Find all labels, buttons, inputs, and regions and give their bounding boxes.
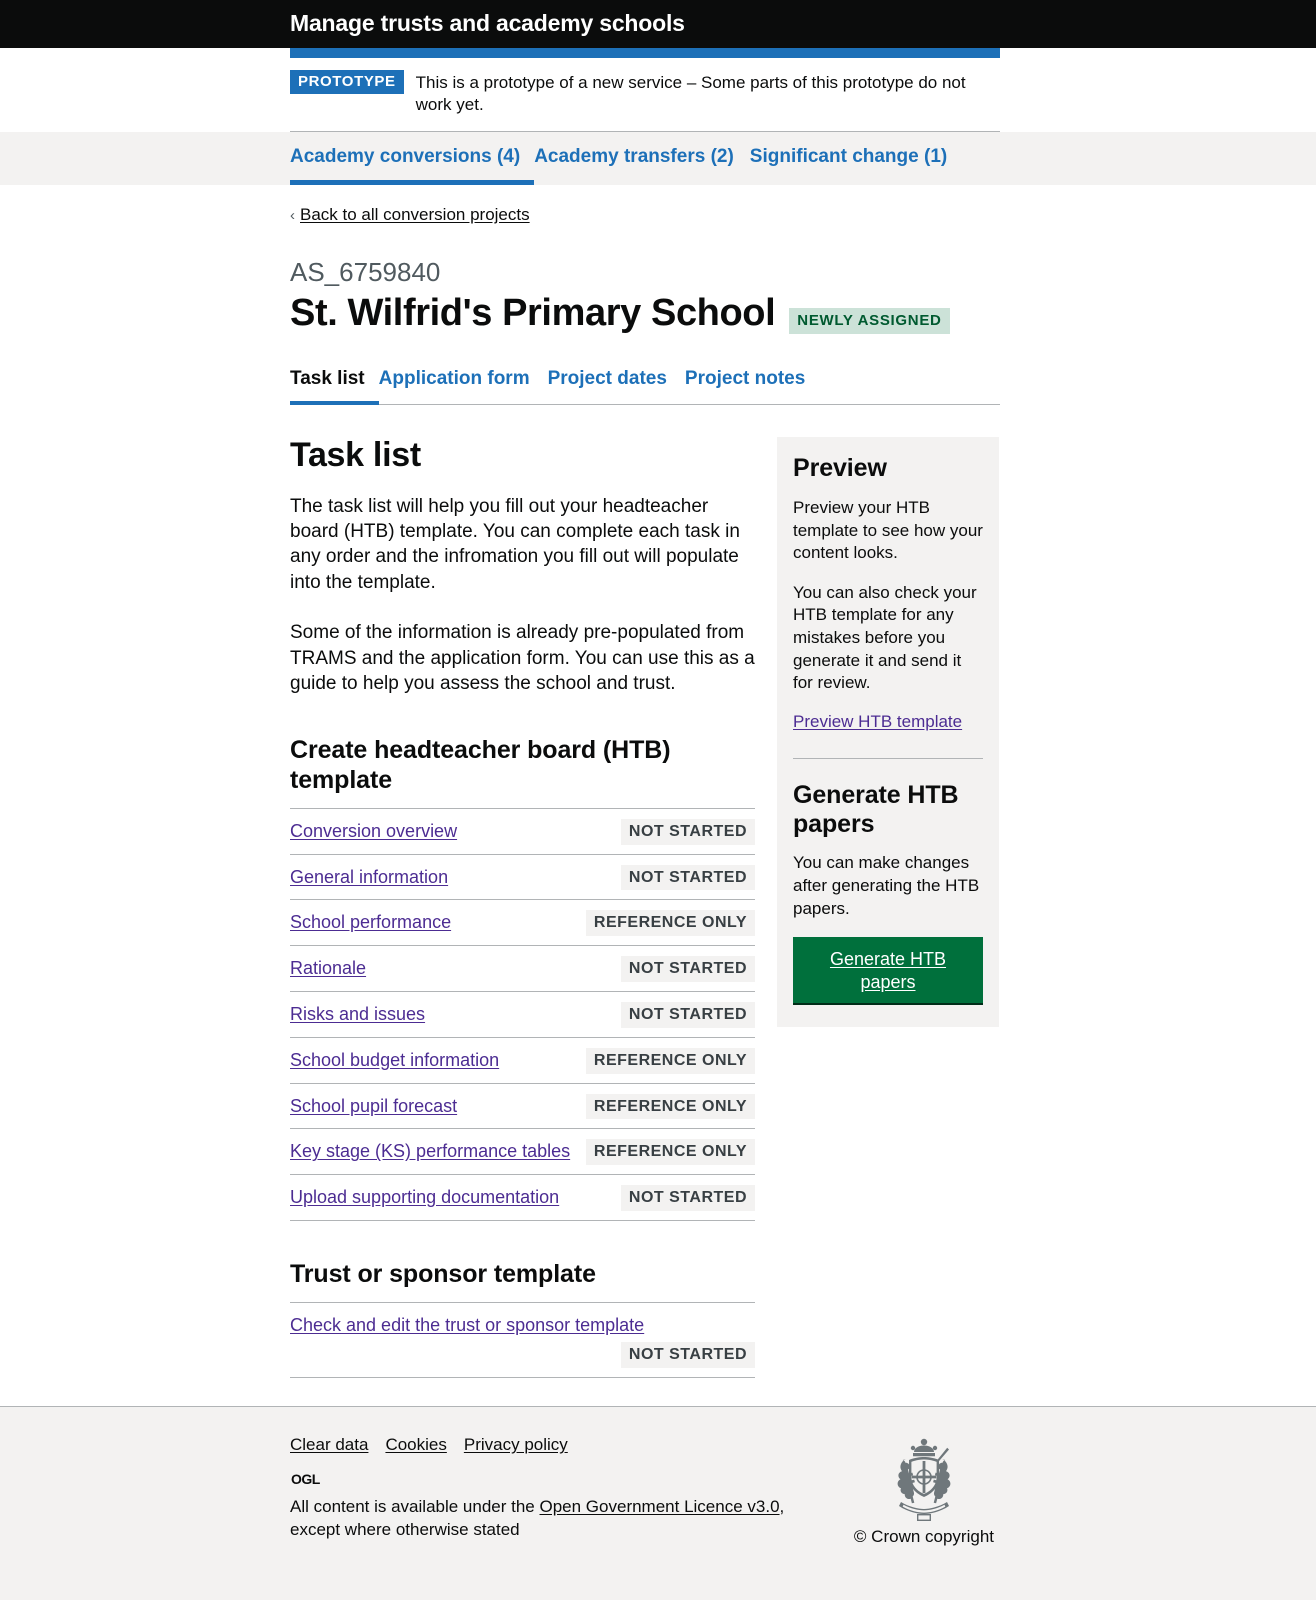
- htb-section-heading: Create headteacher board (HTB) template: [290, 735, 671, 794]
- status-badge: REFERENCE ONLY: [585, 1139, 755, 1166]
- service-name: Manage trusts and academy schools: [290, 10, 685, 36]
- footer-inner: Clear data Cookies Privacy policy OGL Al…: [290, 1435, 1000, 1547]
- footer-link-clear-data[interactable]: Clear data: [290, 1435, 368, 1455]
- task-link-school-budget-information[interactable]: School budget information: [290, 1048, 499, 1073]
- nav-item-significant-change[interactable]: Significant change (1): [750, 145, 963, 185]
- footer-left: Clear data Cookies Privacy policy OGL Al…: [290, 1435, 810, 1542]
- htb-task-list: Conversion overview NOT STARTED General …: [290, 807, 755, 1221]
- table-row: General information NOT STARTED: [290, 855, 755, 901]
- main-column: Task list The task list will help you fi…: [290, 436, 755, 1378]
- footer-link-privacy-policy[interactable]: Privacy policy: [464, 1435, 568, 1455]
- side-panel: Preview Preview your HTB template to see…: [777, 437, 999, 1028]
- primary-nav-bar: Academy conversions (4) Academy transfer…: [0, 131, 1316, 185]
- licence-prefix: All content is available under the: [290, 1497, 540, 1516]
- table-row: Check and edit the trust or sponsor temp…: [290, 1303, 755, 1378]
- status-wrapper: NOT STARTED: [290, 1342, 755, 1368]
- nav-item-academy-transfers[interactable]: Academy transfers (2): [534, 145, 750, 185]
- task-link-school-performance[interactable]: School performance: [290, 910, 451, 935]
- status-badge: REFERENCE ONLY: [585, 1047, 755, 1074]
- tab-task-list[interactable]: Task list: [290, 368, 379, 406]
- page-heading-row: St. Wilfrid's Primary School NEWLY ASSIG…: [290, 293, 1000, 334]
- global-header-inner: Manage trusts and academy schools: [290, 12, 1000, 36]
- blue-accent-bar: [290, 48, 1000, 58]
- main-container: ‹ Back to all conversion projects AS_6759…: [290, 185, 1000, 1378]
- task-link-key-stage-performance-tables[interactable]: Key stage (KS) performance tables: [290, 1139, 570, 1164]
- status-badge: NOT STARTED: [620, 1185, 755, 1211]
- ogl-logo-icon: OGL: [291, 1471, 320, 1487]
- generate-panel-title: Generate HTB papers: [793, 757, 983, 839]
- content-columns: Task list The task list will help you fi…: [290, 436, 1000, 1378]
- status-badge: REFERENCE ONLY: [585, 910, 755, 937]
- task-link-upload-supporting-documentation[interactable]: Upload supporting documentation: [290, 1185, 559, 1210]
- back-to-all-conversion-projects-link[interactable]: Back to all conversion projects: [300, 205, 530, 224]
- generate-htb-papers-button[interactable]: Generate HTB papers: [793, 937, 983, 1006]
- footer-right: © Crown copyright: [854, 1435, 1000, 1547]
- nav-item-academy-conversions[interactable]: Academy conversions (4): [290, 145, 535, 185]
- status-badge: NOT STARTED: [620, 1001, 755, 1028]
- task-link-check-and-edit-trust-or-sponsor-template[interactable]: Check and edit the trust or sponsor temp…: [290, 1315, 644, 1335]
- task-link-school-pupil-forecast[interactable]: School pupil forecast: [290, 1094, 457, 1119]
- page-title: St. Wilfrid's Primary School: [290, 292, 776, 335]
- task-link-rationale[interactable]: Rationale: [290, 956, 366, 981]
- preview-htb-template-link[interactable]: Preview HTB template: [793, 712, 962, 731]
- preview-paragraph-2: You can also check your HTB template for…: [793, 582, 977, 693]
- intro-paragraph-1: The task list will help you fill out you…: [290, 495, 740, 593]
- royal-crest-icon: [897, 1438, 951, 1521]
- table-row: School budget information REFERENCE ONLY: [290, 1038, 755, 1084]
- task-link-conversion-overview[interactable]: Conversion overview: [290, 819, 457, 844]
- back-link-row: ‹ Back to all conversion projects: [290, 185, 1000, 225]
- footer: Clear data Cookies Privacy policy OGL Al…: [0, 1406, 1316, 1600]
- project-reference-caption: AS_6759840: [290, 256, 441, 287]
- crown-copyright-text: © Crown copyright: [853, 1527, 994, 1546]
- table-row: School pupil forecast REFERENCE ONLY: [290, 1084, 755, 1130]
- generate-paragraph: You can make changes after generating th…: [793, 853, 980, 918]
- phase-banner-text: This is a prototype of a new service – S…: [415, 73, 966, 115]
- trust-section-heading: Trust or sponsor template: [290, 1259, 596, 1288]
- open-government-licence-link[interactable]: Open Government Licence v3.0: [540, 1497, 780, 1516]
- trust-task-list: Check and edit the trust or sponsor temp…: [290, 1301, 755, 1378]
- phase-banner-container: PROTOTYPE This is a prototype of a new s…: [290, 48, 1000, 132]
- footer-link-cookies[interactable]: Cookies: [385, 1435, 446, 1455]
- tab-application-form[interactable]: Application form: [379, 368, 548, 405]
- status-badge: NOT STARTED: [620, 818, 755, 845]
- status-badge: REFERENCE ONLY: [585, 1093, 755, 1120]
- phase-banner: PROTOTYPE This is a prototype of a new s…: [290, 58, 1000, 132]
- sub-nav: Task list Application form Project dates…: [290, 368, 1000, 406]
- table-row: Upload supporting documentation NOT STAR…: [290, 1175, 755, 1221]
- status-badge: NOT STARTED: [620, 956, 755, 982]
- phase-tag: PROTOTYPE: [290, 70, 404, 94]
- table-row: Rationale NOT STARTED: [290, 946, 755, 992]
- chevron-left-icon: ‹: [290, 206, 295, 224]
- status-badge: NOT STARTED: [620, 864, 755, 891]
- global-header: Manage trusts and academy schools: [0, 0, 1316, 48]
- task-link-general-information[interactable]: General information: [290, 865, 448, 890]
- status-badge: NOT STARTED: [620, 1342, 755, 1368]
- table-row: Key stage (KS) performance tables REFERE…: [290, 1129, 755, 1176]
- status-badge: NEWLY ASSIGNED: [789, 308, 950, 334]
- section-title-task-list: Task list: [290, 436, 421, 475]
- primary-nav: Academy conversions (4) Academy transfer…: [290, 132, 1000, 185]
- tab-project-dates[interactable]: Project dates: [548, 368, 685, 405]
- table-row: Risks and issues NOT STARTED: [290, 992, 755, 1038]
- table-row: School performance REFERENCE ONLY: [290, 900, 755, 947]
- side-column: Preview Preview your HTB template to see…: [777, 437, 999, 1028]
- preview-paragraph-1: Preview your HTB template to see how you…: [793, 497, 983, 563]
- task-link-risks-and-issues[interactable]: Risks and issues: [290, 1002, 425, 1027]
- footer-licence-text: All content is available under the Open …: [290, 1496, 810, 1542]
- footer-links: Clear data Cookies Privacy policy: [290, 1435, 810, 1455]
- table-row: Conversion overview NOT STARTED: [290, 809, 755, 855]
- intro-paragraph-2: Some of the information is already pre-p…: [290, 622, 755, 695]
- tab-project-notes[interactable]: Project notes: [685, 368, 823, 405]
- preview-panel-title: Preview: [793, 454, 887, 483]
